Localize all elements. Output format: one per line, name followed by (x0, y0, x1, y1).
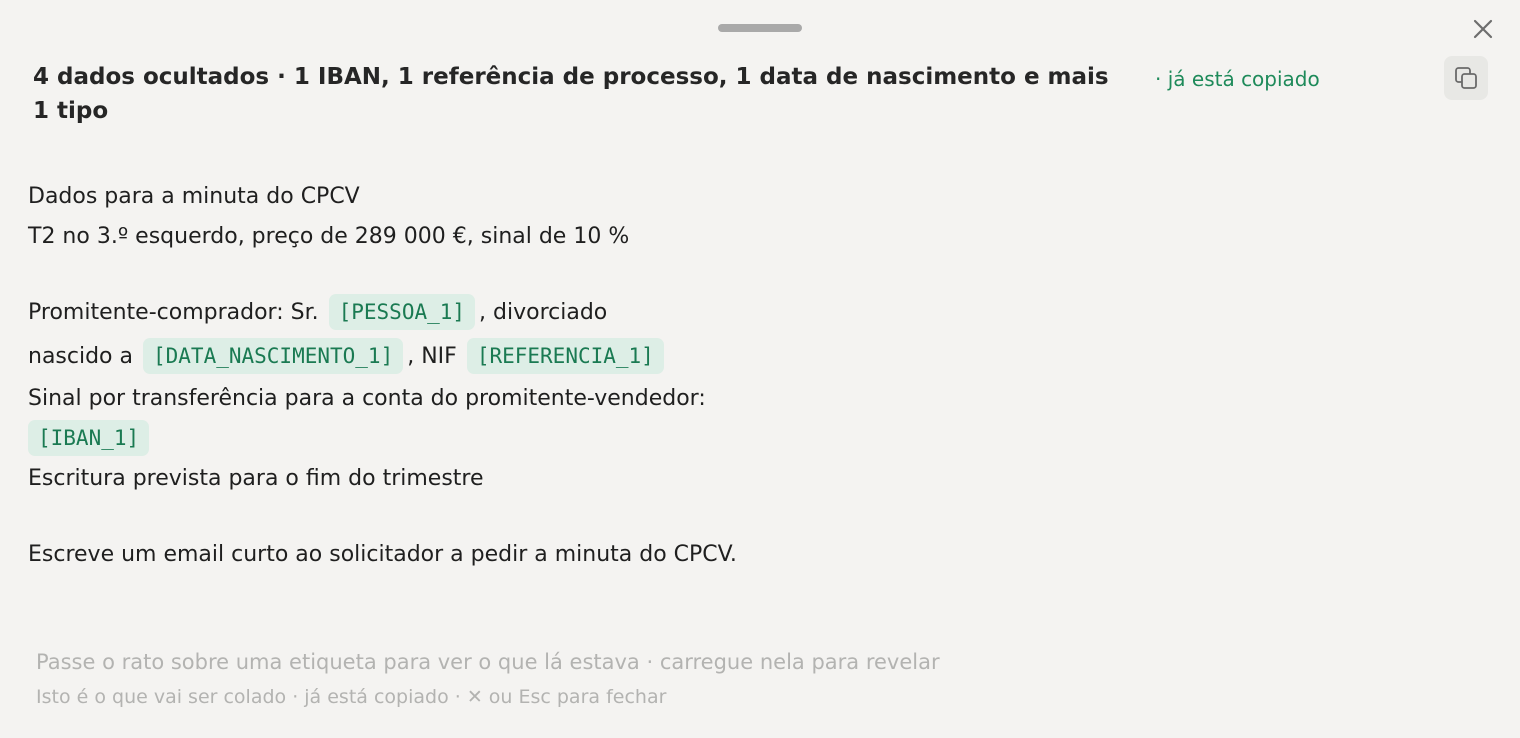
redaction-tag-iban[interactable]: [IBAN_1] (28, 420, 150, 456)
text-line-transfer: Sinal por transferência para a conta do … (28, 378, 1328, 418)
text-line-instruction: Escreve um email curto ao solicitador a … (28, 534, 1328, 574)
copied-status: · já está copiado (1155, 67, 1320, 91)
redaction-tag-pessoa[interactable]: [PESSOA_1] (328, 294, 476, 330)
title-text: Dados para a minuta do CPCV (28, 183, 360, 209)
copy-icon (1455, 67, 1477, 89)
text-line-details: T2 no 3.º esquerdo, preço de 289 000 €, … (28, 216, 1328, 256)
redaction-tag-data-nascimento[interactable]: [DATA_NASCIMENTO_1] (143, 338, 404, 374)
redaction-preview-panel: 4 dados ocultados · 1 IBAN, 1 referência… (0, 0, 1520, 738)
text-line-buyer: Promitente-comprador: Sr. [PESSOA_1] , d… (28, 290, 1328, 334)
redaction-tag-referencia[interactable]: [REFERENCIA_1] (466, 338, 664, 374)
close-button[interactable] (1466, 12, 1500, 46)
close-icon (1473, 19, 1493, 39)
instruction-text: Escreve um email curto ao solicitador a … (28, 541, 737, 567)
nif-label: , NIF (407, 343, 457, 369)
redacted-text-body: Dados para a minuta do CPCV T2 no 3.º es… (28, 176, 1328, 574)
transfer-text: Sinal por transferência para a conta do … (28, 385, 706, 411)
details-text: T2 no 3.º esquerdo, preço de 289 000 €, … (28, 223, 630, 249)
drag-handle[interactable] (718, 24, 802, 32)
buyer-prefix: Promitente-comprador: Sr. (28, 299, 319, 325)
paste-hint: Isto é o que vai ser colado · já está co… (36, 686, 667, 708)
copy-button[interactable] (1444, 56, 1488, 100)
footer-hints: Passe o rato sobre uma etiqueta para ver… (36, 648, 940, 710)
summary-line-2: 1 tipo (33, 98, 109, 124)
text-line-iban: [IBAN_1] (28, 418, 1328, 458)
text-line-title: Dados para a minuta do CPCV (28, 176, 1328, 216)
hover-hint: Passe o rato sobre uma etiqueta para ver… (36, 650, 940, 674)
deed-text: Escritura prevista para o fim do trimest… (28, 465, 484, 491)
birth-prefix: nascido a (28, 343, 133, 369)
text-line-birth: nascido a [DATA_NASCIMENTO_1] , NIF [REF… (28, 334, 1328, 378)
buyer-suffix: , divorciado (479, 299, 608, 325)
text-line-deed: Escritura prevista para o fim do trimest… (28, 458, 1328, 498)
